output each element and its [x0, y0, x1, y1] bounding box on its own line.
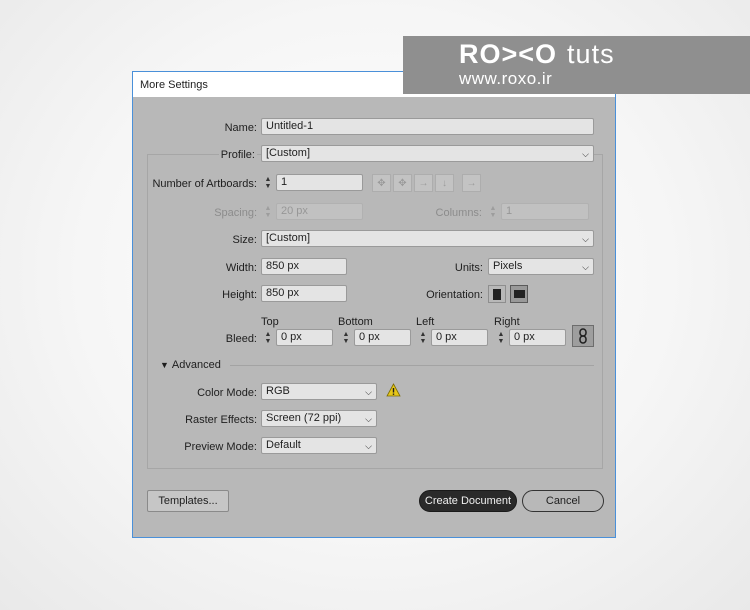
portrait-icon[interactable]: [488, 285, 506, 303]
landscape-icon[interactable]: [510, 285, 528, 303]
templates-button[interactable]: Templates...: [147, 490, 229, 512]
raster-effects-value: Screen (72 ppi): [266, 412, 342, 424]
arrange-by-row-icon[interactable]: →: [414, 174, 433, 192]
bleed-right-input[interactable]: 0 px: [509, 329, 566, 346]
more-settings-dialog: More Settings Name: Untitled-1 Profile: …: [132, 71, 616, 538]
units-value: Pixels: [493, 260, 523, 272]
chain-link-icon[interactable]: [572, 325, 594, 347]
name-input[interactable]: Untitled-1: [261, 118, 594, 135]
profile-label: Profile:: [218, 149, 257, 161]
cancel-button[interactable]: Cancel: [522, 490, 604, 512]
size-value: [Custom]: [266, 232, 311, 244]
bleed-top-label: Top: [261, 316, 279, 328]
chevron-down-icon: ⌵: [365, 441, 372, 451]
size-select[interactable]: [Custom] ⌵: [261, 230, 594, 247]
watermark-logo-suffix: tuts: [567, 39, 615, 69]
chevron-down-icon: ⌵: [365, 414, 372, 424]
size-label: Size:: [232, 234, 257, 246]
units-label: Units:: [454, 262, 483, 274]
artboards-input[interactable]: 1: [276, 174, 363, 191]
arrange-by-column-icon[interactable]: ↓: [435, 174, 454, 192]
bleed-left-stepper-icon[interactable]: ▲ ▼: [416, 329, 430, 346]
watermark-banner: RO><O tuts www.roxo.ir: [403, 36, 750, 94]
raster-effects-label: Raster Effects:: [185, 414, 257, 426]
color-mode-select[interactable]: RGB ⌵: [261, 383, 377, 400]
height-input[interactable]: 850 px: [261, 285, 347, 302]
spacing-input: 20 px: [276, 203, 363, 220]
caret-down-icon: ▼: [160, 360, 169, 370]
orientation-label: Orientation:: [426, 289, 483, 301]
spacing-stepper-icon: ▲ ▼: [264, 204, 272, 219]
chevron-down-icon: ⌵: [582, 149, 589, 159]
bleed-bottom-stepper-icon[interactable]: ▲ ▼: [339, 329, 353, 346]
name-label: Name:: [224, 122, 257, 134]
bleed-right-stepper-icon[interactable]: ▲ ▼: [494, 329, 508, 346]
raster-effects-select[interactable]: Screen (72 ppi) ⌵: [261, 410, 377, 427]
artboards-stepper-icon[interactable]: ▲ ▼: [261, 174, 275, 191]
dialog-title: More Settings: [140, 79, 208, 91]
color-mode-label: Color Mode:: [197, 387, 257, 399]
bleed-bottom-label: Bottom: [338, 316, 373, 328]
preview-mode-select[interactable]: Default ⌵: [261, 437, 377, 454]
profile-select[interactable]: [Custom] ⌵: [261, 145, 594, 162]
advanced-divider: [230, 365, 594, 366]
bleed-top-stepper-icon[interactable]: ▲ ▼: [261, 329, 275, 346]
advanced-label: Advanced: [171, 359, 221, 371]
artboards-label: Number of Artboards:: [152, 178, 257, 190]
preview-mode-label: Preview Mode:: [184, 441, 257, 453]
chevron-down-icon: ⌵: [582, 234, 589, 244]
grid-by-column-icon[interactable]: ✥: [393, 174, 412, 192]
create-document-button[interactable]: Create Document: [419, 490, 517, 512]
chevron-down-icon: ⌵: [582, 262, 589, 272]
columns-stepper-icon: ▲ ▼: [489, 204, 497, 219]
columns-label: Columns:: [435, 207, 482, 219]
bleed-top-input[interactable]: 0 px: [276, 329, 333, 346]
preview-mode-value: Default: [266, 439, 301, 451]
chevron-down-icon: ⌵: [365, 387, 372, 397]
bleed-left-label: Left: [416, 316, 435, 328]
layout-direction-icon[interactable]: →: [462, 174, 481, 192]
width-input[interactable]: 850 px: [261, 258, 347, 275]
advanced-toggle[interactable]: ▼ Advanced: [160, 359, 221, 371]
watermark-logo-text: RO><O: [459, 39, 558, 69]
color-mode-value: RGB: [266, 385, 290, 397]
profile-value: [Custom]: [266, 147, 311, 159]
columns-input: 1: [501, 203, 589, 220]
bleed-right-label: Right: [494, 316, 520, 328]
bleed-label: Bleed:: [225, 333, 257, 345]
spacing-label: Spacing:: [214, 207, 257, 219]
watermark-url: www.roxo.ir: [459, 69, 553, 88]
units-select[interactable]: Pixels ⌵: [488, 258, 594, 275]
watermark-brand: RO><O tuts: [459, 39, 615, 70]
height-label: Height:: [222, 289, 257, 301]
bleed-bottom-input[interactable]: 0 px: [354, 329, 411, 346]
bleed-left-input[interactable]: 0 px: [431, 329, 488, 346]
warning-icon: [386, 383, 401, 398]
width-label: Width:: [225, 262, 257, 274]
grid-by-row-icon[interactable]: ✥: [372, 174, 391, 192]
